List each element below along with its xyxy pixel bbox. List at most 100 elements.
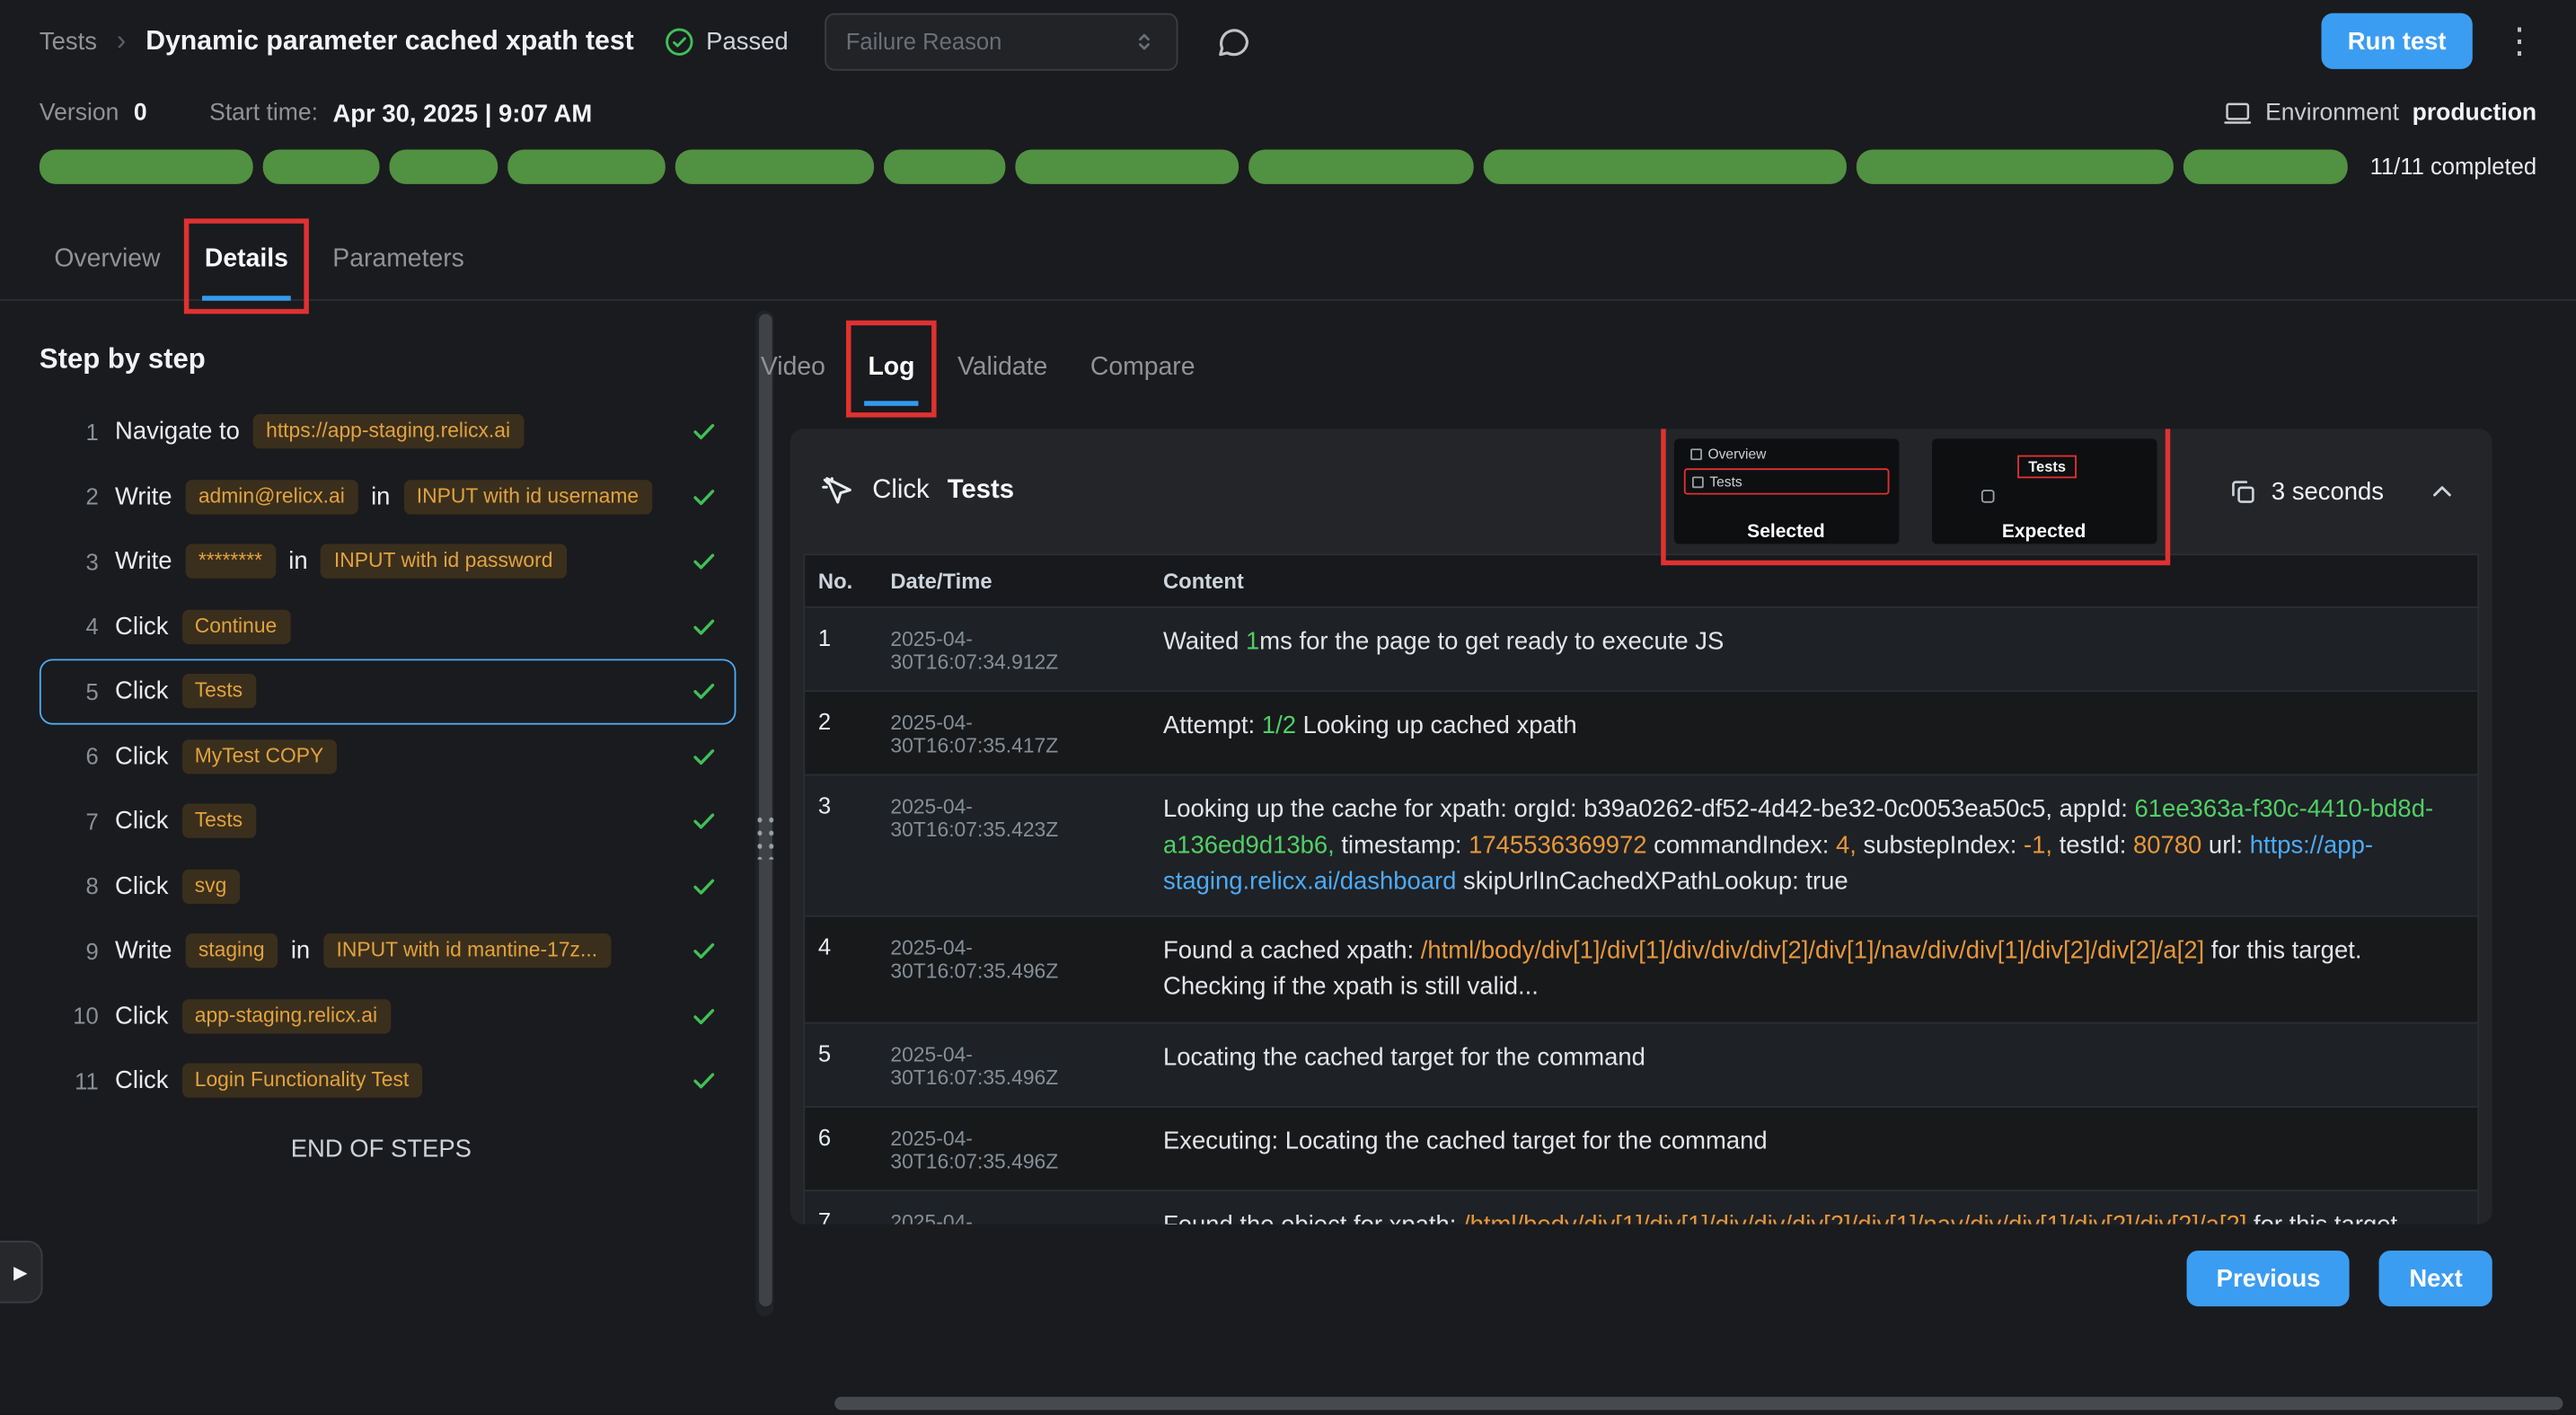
log-text-segment: Found a cached xpath: — [1163, 937, 1421, 965]
failure-reason-select[interactable]: Failure Reason — [825, 13, 1178, 70]
step-row[interactable]: 11ClickLogin Functionality Test — [40, 1048, 737, 1113]
progress-segment — [390, 149, 497, 183]
step-action-label: in — [288, 548, 307, 576]
step-description: Clickapp-staging.relicx.ai — [115, 999, 674, 1033]
step-param-badge: https://app-staging.relicx.ai — [252, 414, 523, 448]
progress-segment — [1015, 149, 1239, 183]
start-time-value: Apr 30, 2025 | 9:07 AM — [332, 100, 592, 128]
step-row[interactable]: 1 Navigate tohttps://app-staging.relicx.a… — [40, 399, 737, 464]
step-row[interactable]: 3Write********inINPUT with id password — [40, 529, 737, 594]
status-badge: Passed — [664, 25, 789, 57]
log-text-segment: url: — [2201, 831, 2249, 859]
tab-log[interactable]: Log — [865, 337, 918, 406]
step-success-check-icon — [690, 548, 718, 576]
step-description: WritestaginginINPUT with id mantine-17z.… — [115, 933, 674, 968]
copy-icon[interactable] — [2228, 476, 2257, 506]
mini-nav-icon — [1691, 476, 1703, 488]
progress-segment — [40, 149, 253, 183]
step-number: 5 — [63, 678, 99, 704]
log-row: 42025-04-30T16:07:35.496ZFound a cached … — [805, 915, 2477, 1021]
passed-check-icon — [664, 25, 695, 57]
step-param-badge: admin@relicx.ai — [185, 480, 357, 514]
panel-resize-grip[interactable] — [753, 810, 777, 860]
comparison-thumbnails: OverviewTests Selected Tests Expected — [1673, 438, 2157, 544]
log-row: 32025-04-30T16:07:35.423ZLooking up the … — [805, 774, 2477, 916]
log-text-segment: timestamp: — [1335, 831, 1469, 859]
step-action-label: Write — [115, 548, 172, 576]
step-action-label: Click — [115, 613, 168, 641]
breadcrumb-tests-link[interactable]: Tests — [40, 27, 97, 55]
tab-video[interactable]: Video — [757, 337, 828, 406]
col-header-content: Content — [1150, 555, 2477, 606]
previous-button[interactable]: Previous — [2187, 1251, 2351, 1306]
step-number: 1 — [63, 419, 99, 445]
step-action-label: in — [371, 482, 390, 510]
step-row[interactable]: 7 Click Tests — [40, 789, 737, 853]
step-success-check-icon — [690, 613, 718, 641]
steps-scrollbar[interactable] — [755, 311, 773, 1316]
step-success-check-icon — [690, 677, 718, 705]
log-row-content: Found a cached xpath: /html/body/div[1]/… — [1150, 917, 2477, 1021]
log-text-segment: Waited — [1163, 628, 1246, 656]
sidebar-expand-handle[interactable]: ▶ — [0, 1241, 43, 1304]
app-window: Tests › Dynamic parameter cached xpath t… — [0, 0, 2576, 1415]
step-row[interactable]: 2Writeadmin@relicx.aiinINPUT with id use… — [40, 464, 737, 529]
log-row-content: Attempt: 1/2 Looking up cached xpath — [1150, 692, 2477, 774]
steps-panel-title: Step by step — [40, 343, 737, 376]
tab-overview[interactable]: Overview — [51, 224, 163, 299]
log-text-segment: Executing: Locating the cached target fo… — [1163, 1127, 1768, 1154]
horizontal-scrollbar-thumb[interactable] — [834, 1397, 2563, 1411]
step-param-badge: Tests — [181, 804, 256, 838]
progress-segment — [675, 149, 873, 183]
log-text-segment: -1, — [2024, 831, 2052, 859]
step-row[interactable]: 8Clicksvg — [40, 853, 737, 918]
step-param-badge: Login Functionality Test — [181, 1064, 422, 1098]
tab-compare[interactable]: Compare — [1087, 337, 1198, 406]
log-text-segment: Locating the cached target for the comma… — [1163, 1043, 1645, 1071]
step-action-label: Click — [115, 808, 168, 836]
log-text-segment: 4, — [1836, 831, 1857, 859]
expected-thumb-highlight: Tests — [2016, 455, 2077, 479]
log-table: No. Date/Time Content 12025-04-30T16:07:… — [803, 553, 2479, 1224]
main-tabs: Overview Details Parameters — [0, 224, 2576, 301]
log-row-timestamp: 2025-04-30T16:07:35.423Z — [878, 775, 1151, 915]
step-row[interactable]: 5ClickTests — [40, 659, 737, 723]
cursor-click-icon — [820, 474, 854, 509]
run-test-button[interactable]: Run test — [2322, 13, 2473, 69]
comment-icon[interactable] — [1213, 22, 1251, 60]
environment-group: Environment production — [2223, 99, 2537, 128]
step-action-label: Click — [115, 872, 168, 900]
end-of-steps-label: END OF STEPS — [40, 1135, 723, 1163]
step-action-label: Click — [115, 677, 168, 705]
progress-segment — [884, 149, 1005, 183]
log-text-segment: 1/2 — [1262, 712, 1296, 739]
expected-screenshot-thumb[interactable]: Tests Expected — [1931, 438, 2157, 544]
step-description: ClickLogin Functionality Test — [115, 1064, 674, 1098]
progress-bar — [40, 149, 2347, 183]
step-number: 7 — [63, 808, 99, 834]
step-description: Navigate tohttps://app-staging.relicx.ai — [115, 414, 674, 448]
log-row: 52025-04-30T16:07:35.496ZLocating the ca… — [805, 1021, 2477, 1105]
selected-screenshot-thumb[interactable]: OverviewTests Selected — [1673, 438, 1899, 544]
log-table-body: 12025-04-30T16:07:34.912ZWaited 1ms for … — [805, 606, 2477, 1225]
next-button[interactable]: Next — [2379, 1251, 2492, 1306]
step-success-check-icon — [690, 742, 718, 770]
log-row-content: Waited 1ms for the page to get ready to … — [1150, 608, 2477, 690]
failure-reason-placeholder: Failure Reason — [846, 28, 1002, 54]
tab-details[interactable]: Details — [201, 224, 291, 299]
tab-log-label: Log — [868, 353, 914, 381]
mini-nav-item: Tests — [1683, 468, 1889, 494]
chevron-up-icon[interactable] — [2428, 477, 2456, 505]
step-row[interactable]: 6ClickMyTest COPY — [40, 724, 737, 789]
step-row[interactable]: 9WritestaginginINPUT with id mantine-17z… — [40, 918, 737, 983]
step-row[interactable]: 4ClickContinue — [40, 594, 737, 659]
step-param-badge: INPUT with id password — [321, 544, 566, 579]
col-header-datetime: Date/Time — [878, 555, 1151, 606]
step-number: 3 — [63, 548, 99, 574]
step-success-check-icon — [690, 808, 718, 836]
kebab-menu-icon[interactable]: ⋮ — [2502, 24, 2536, 58]
tab-validate[interactable]: Validate — [954, 337, 1051, 406]
log-row-number: 5 — [805, 1023, 877, 1105]
tab-parameters[interactable]: Parameters — [330, 224, 468, 299]
step-row[interactable]: 10Clickapp-staging.relicx.ai — [40, 984, 737, 1048]
